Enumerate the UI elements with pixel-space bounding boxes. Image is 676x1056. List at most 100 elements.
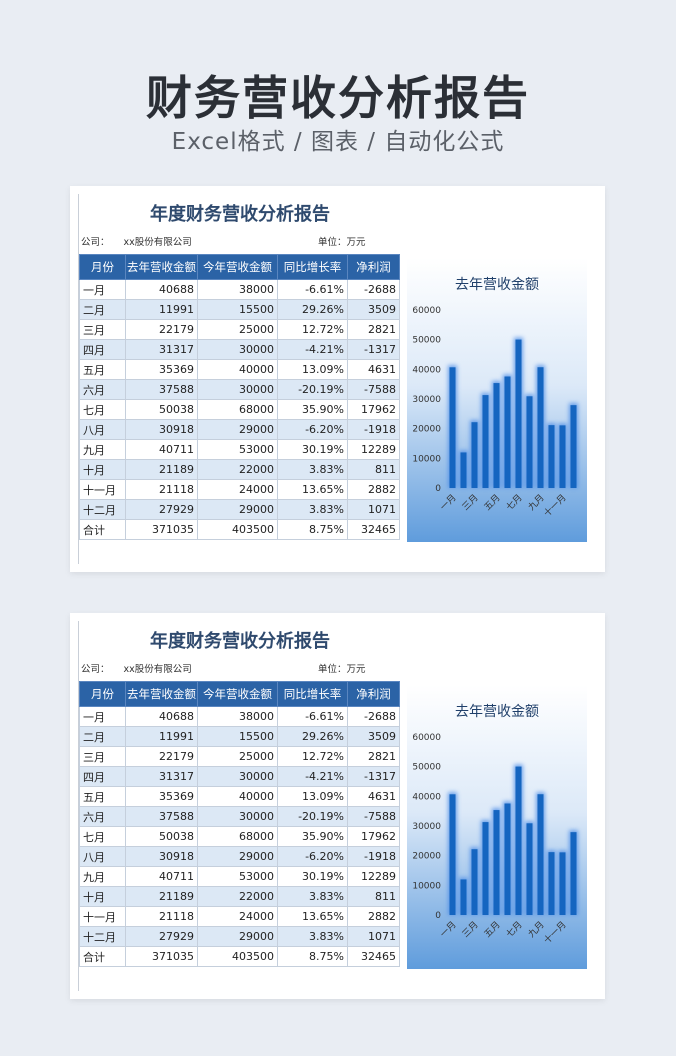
table-cell[interactable]: 15500 bbox=[197, 299, 278, 320]
table-cell[interactable]: 22000 bbox=[197, 459, 278, 480]
table-cell[interactable]: 三月 bbox=[79, 746, 126, 767]
table-cell[interactable]: 21118 bbox=[125, 479, 198, 500]
table-cell[interactable]: 二月 bbox=[79, 726, 126, 747]
table-cell[interactable]: 30000 bbox=[197, 379, 278, 400]
table-cell[interactable]: 40000 bbox=[197, 359, 278, 380]
table-cell[interactable]: 13.65% bbox=[277, 906, 348, 927]
table-cell[interactable]: 31317 bbox=[125, 339, 198, 360]
table-cell[interactable]: 3.83% bbox=[277, 459, 348, 480]
table-cell[interactable]: 53000 bbox=[197, 866, 278, 887]
table-cell[interactable]: 21189 bbox=[125, 886, 198, 907]
table-cell[interactable]: 40711 bbox=[125, 439, 198, 460]
table-cell[interactable]: 4631 bbox=[347, 786, 400, 807]
table-cell[interactable]: 24000 bbox=[197, 906, 278, 927]
table-cell[interactable]: 11991 bbox=[125, 726, 198, 747]
table-cell[interactable]: 29000 bbox=[197, 846, 278, 867]
table-cell[interactable]: -2688 bbox=[347, 706, 400, 727]
table-cell[interactable]: 68000 bbox=[197, 826, 278, 847]
table-cell[interactable]: 30918 bbox=[125, 419, 198, 440]
table-cell[interactable]: 七月 bbox=[79, 826, 126, 847]
table-cell[interactable]: 30000 bbox=[197, 339, 278, 360]
table-cell[interactable]: 811 bbox=[347, 459, 400, 480]
table-cell[interactable]: 17962 bbox=[347, 399, 400, 420]
table-cell[interactable]: 2821 bbox=[347, 746, 400, 767]
table-cell[interactable]: 2821 bbox=[347, 319, 400, 340]
table-cell[interactable]: 十一月 bbox=[79, 479, 126, 500]
table-cell[interactable]: 三月 bbox=[79, 319, 126, 340]
table-cell[interactable]: 合计 bbox=[79, 519, 126, 540]
table-cell[interactable]: 50038 bbox=[125, 826, 198, 847]
table-cell[interactable]: 五月 bbox=[79, 359, 126, 380]
table-cell[interactable]: 29000 bbox=[197, 419, 278, 440]
table-cell[interactable]: 40688 bbox=[125, 279, 198, 300]
table-cell[interactable]: 30000 bbox=[197, 766, 278, 787]
table-cell[interactable]: 27929 bbox=[125, 926, 198, 947]
table-cell[interactable]: 30918 bbox=[125, 846, 198, 867]
table-cell[interactable]: -6.20% bbox=[277, 419, 348, 440]
table-cell[interactable]: 50038 bbox=[125, 399, 198, 420]
table-cell[interactable]: 3.83% bbox=[277, 499, 348, 520]
table-cell[interactable]: 二月 bbox=[79, 299, 126, 320]
table-cell[interactable]: -1918 bbox=[347, 419, 400, 440]
table-cell[interactable]: 371035 bbox=[125, 519, 198, 540]
table-cell[interactable]: -1918 bbox=[347, 846, 400, 867]
table-cell[interactable]: 38000 bbox=[197, 279, 278, 300]
table-cell[interactable]: 2882 bbox=[347, 906, 400, 927]
table-cell[interactable]: 25000 bbox=[197, 319, 278, 340]
table-cell[interactable]: 35.90% bbox=[277, 826, 348, 847]
table-cell[interactable]: 十月 bbox=[79, 459, 126, 480]
table-cell[interactable]: 八月 bbox=[79, 846, 126, 867]
table-cell[interactable]: 403500 bbox=[197, 946, 278, 967]
table-cell[interactable]: -20.19% bbox=[277, 379, 348, 400]
table-cell[interactable]: 十一月 bbox=[79, 906, 126, 927]
table-cell[interactable]: 29.26% bbox=[277, 299, 348, 320]
table-cell[interactable]: 25000 bbox=[197, 746, 278, 767]
table-cell[interactable]: 35369 bbox=[125, 786, 198, 807]
table-cell[interactable]: 38000 bbox=[197, 706, 278, 727]
table-cell[interactable]: 53000 bbox=[197, 439, 278, 460]
table-cell[interactable]: 40688 bbox=[125, 706, 198, 727]
table-cell[interactable]: -1317 bbox=[347, 766, 400, 787]
table-cell[interactable]: 35.90% bbox=[277, 399, 348, 420]
table-cell[interactable]: 3509 bbox=[347, 299, 400, 320]
table-cell[interactable]: -6.61% bbox=[277, 279, 348, 300]
table-cell[interactable]: 22000 bbox=[197, 886, 278, 907]
table-cell[interactable]: 十月 bbox=[79, 886, 126, 907]
table-cell[interactable]: 29000 bbox=[197, 499, 278, 520]
table-cell[interactable]: 1071 bbox=[347, 926, 400, 947]
table-cell[interactable]: 68000 bbox=[197, 399, 278, 420]
table-cell[interactable]: 3.83% bbox=[277, 926, 348, 947]
table-cell[interactable]: 31317 bbox=[125, 766, 198, 787]
table-cell[interactable]: 24000 bbox=[197, 479, 278, 500]
table-cell[interactable]: 2882 bbox=[347, 479, 400, 500]
table-cell[interactable]: -6.61% bbox=[277, 706, 348, 727]
table-cell[interactable]: 12289 bbox=[347, 439, 400, 460]
table-cell[interactable]: 30.19% bbox=[277, 439, 348, 460]
table-cell[interactable]: 32465 bbox=[347, 519, 400, 540]
table-cell[interactable]: 十二月 bbox=[79, 926, 126, 947]
table-cell[interactable]: 四月 bbox=[79, 766, 126, 787]
table-cell[interactable]: 九月 bbox=[79, 866, 126, 887]
table-cell[interactable]: -1317 bbox=[347, 339, 400, 360]
table-cell[interactable]: 811 bbox=[347, 886, 400, 907]
table-cell[interactable]: 8.75% bbox=[277, 519, 348, 540]
table-cell[interactable]: -7588 bbox=[347, 379, 400, 400]
table-cell[interactable]: 六月 bbox=[79, 806, 126, 827]
table-cell[interactable]: 十二月 bbox=[79, 499, 126, 520]
table-cell[interactable]: 15500 bbox=[197, 726, 278, 747]
table-cell[interactable]: 九月 bbox=[79, 439, 126, 460]
table-cell[interactable]: 一月 bbox=[79, 706, 126, 727]
table-cell[interactable]: 3.83% bbox=[277, 886, 348, 907]
table-cell[interactable]: 35369 bbox=[125, 359, 198, 380]
table-cell[interactable]: 29000 bbox=[197, 926, 278, 947]
table-cell[interactable]: 37588 bbox=[125, 806, 198, 827]
table-cell[interactable]: -6.20% bbox=[277, 846, 348, 867]
table-cell[interactable]: 11991 bbox=[125, 299, 198, 320]
table-cell[interactable]: 13.09% bbox=[277, 359, 348, 380]
table-cell[interactable]: 22179 bbox=[125, 746, 198, 767]
table-cell[interactable]: 四月 bbox=[79, 339, 126, 360]
table-cell[interactable]: 13.09% bbox=[277, 786, 348, 807]
table-cell[interactable]: 13.65% bbox=[277, 479, 348, 500]
table-cell[interactable]: 合计 bbox=[79, 946, 126, 967]
table-cell[interactable]: 40000 bbox=[197, 786, 278, 807]
